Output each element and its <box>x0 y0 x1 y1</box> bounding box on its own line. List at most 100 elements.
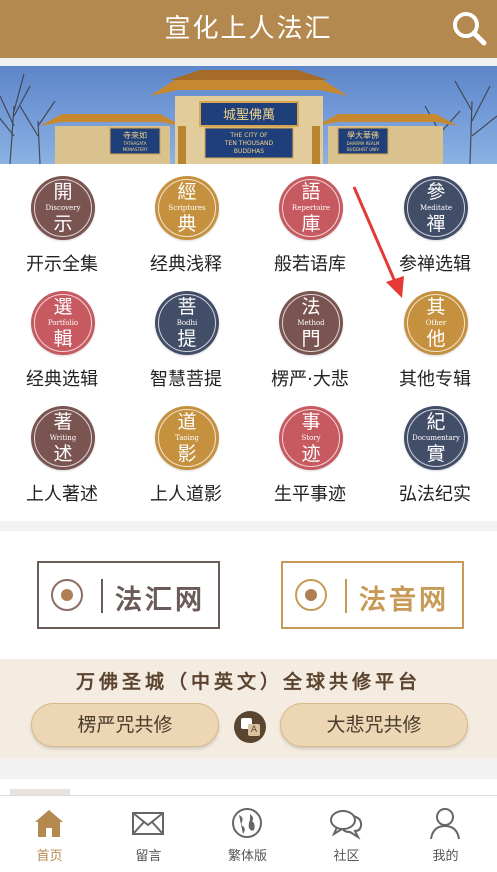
right-plaque-en-1: DHARMA REALM <box>347 141 380 146</box>
menu-item-label: 生平事迹 <box>274 484 346 505</box>
medallion-char-bottom: 典 <box>177 213 197 235</box>
right-plaque-en-2: BUDDHIST UNIV <box>347 147 379 152</box>
menu-item[interactable]: 開 Discovery 示开示全集 <box>0 164 124 279</box>
medallion-char-top: 法 <box>301 296 321 318</box>
menu-item-label: 上人著述 <box>26 484 98 505</box>
medallion-char-top: 紀 <box>426 411 446 433</box>
medallion-char-bottom: 述 <box>53 443 73 465</box>
medallion-char-top: 道 <box>177 411 197 433</box>
medallion-english: Bodhi <box>176 319 198 327</box>
category-medallion-icon: 著 Writing 述 <box>31 406 95 470</box>
fahui-site-button[interactable]: 法汇网 <box>37 561 220 629</box>
menu-item[interactable]: 事 Story 迹生平事迹 <box>248 394 372 509</box>
menu-item[interactable]: 選 Portfolio 輯经典选辑 <box>0 279 124 394</box>
menu-item[interactable]: 參 Meditate 禪参禅选辑 <box>373 164 497 279</box>
practice-platform-section: 万佛圣城（中英文）全球共修平台 楞严咒共修 大悲咒共修 <box>0 659 497 759</box>
category-medallion-icon: 菩 Bodhi 提 <box>155 291 219 355</box>
bottom-tab-bar: 首页 留言 繁体版 社区 我的 <box>0 795 497 872</box>
section-divider <box>0 521 497 531</box>
tab-community[interactable]: 社区 <box>297 796 396 872</box>
tab-profile-label: 我的 <box>432 849 459 864</box>
medallion-char-bottom: 實 <box>426 443 446 465</box>
fahui-site-label: 法汇网 <box>115 585 205 616</box>
medallion-char-top: 經 <box>177 181 197 203</box>
gate-en-line-2: TEN THOUSAND <box>224 140 274 147</box>
medallion-char-bottom: 禪 <box>426 213 446 235</box>
menu-item-label: 般若语库 <box>274 254 346 275</box>
left-plaque-en-2: MONASTERY <box>123 147 148 152</box>
medallion-char-top: 語 <box>301 181 321 203</box>
medallion-english: Writing <box>49 434 77 442</box>
category-medallion-icon: 選 Portfolio 輯 <box>31 291 95 355</box>
platform-title: 万佛圣城（中英文）全球共修平台 <box>75 671 421 693</box>
medallion-char-top: 著 <box>53 411 73 433</box>
medallion-english: Taoing <box>175 434 199 442</box>
medallion-char-bottom: 影 <box>177 443 197 465</box>
tab-home-label: 首页 <box>36 849 63 864</box>
menu-item[interactable]: 經 Scriptures 典经典浅释 <box>124 164 248 279</box>
medallion-english: Story <box>301 434 321 442</box>
menu-item-label: 经典浅释 <box>150 254 222 275</box>
medallion-char-top: 參 <box>426 181 446 203</box>
menu-item[interactable]: 法 Method 門楞严·大悲 <box>248 279 372 394</box>
category-medallion-icon: 經 Scriptures 典 <box>155 176 219 240</box>
tab-profile[interactable]: 我的 <box>396 796 495 872</box>
menu-item[interactable]: 菩 Bodhi 提智慧菩提 <box>124 279 248 394</box>
home-icon <box>35 810 63 837</box>
menu-item[interactable]: 其 Other 他其他专辑 <box>373 279 497 394</box>
menu-item-label: 楞严·大悲 <box>271 369 349 390</box>
menu-item[interactable]: 道 Taoing 影上人道影 <box>124 394 248 509</box>
search-icon[interactable] <box>451 10 487 46</box>
medallion-char-bottom: 示 <box>53 213 73 235</box>
gate-en-line-3: BUDDHAS <box>234 148 264 155</box>
menu-item-label: 开示全集 <box>26 254 98 275</box>
fayin-site-button[interactable]: 法音网 <box>281 561 464 629</box>
medallion-char-top: 選 <box>53 296 73 318</box>
tab-traditional[interactable]: 繁体版 <box>198 796 297 872</box>
menu-item-label: 智慧菩提 <box>150 369 222 390</box>
medallion-english: Method <box>297 319 325 327</box>
fayin-site-label: 法音网 <box>359 585 449 616</box>
medallion-char-bottom: 庫 <box>301 213 321 235</box>
category-medallion-icon: 事 Story 迹 <box>279 406 343 470</box>
menu-item[interactable]: 語 Repertoire 庫般若语库 <box>248 164 372 279</box>
divider-bar <box>345 579 347 613</box>
category-medallion-icon: 開 Discovery 示 <box>31 176 95 240</box>
menu-item-label: 参禅选辑 <box>399 254 471 275</box>
menu-item[interactable]: 著 Writing 述上人著述 <box>0 394 124 509</box>
shurangama-practice-button[interactable]: 楞严咒共修 <box>31 703 219 747</box>
medallion-english: Other <box>425 319 447 327</box>
left-plaque-en-1: TATHAGATA <box>122 141 146 146</box>
category-medallion-icon: 參 Meditate 禪 <box>404 176 468 240</box>
medallion-char-bottom: 提 <box>177 328 197 350</box>
gate-plaque-title: 城聖佛萬 <box>223 108 275 123</box>
great-compassion-practice-button[interactable]: 大悲咒共修 <box>280 703 468 747</box>
category-grid: 開 Discovery 示开示全集經 Scriptures 典经典浅释語 Repertoi… <box>0 164 497 521</box>
medallion-char-top: 事 <box>301 411 321 433</box>
medallion-char-top: 菩 <box>177 296 197 318</box>
language-toggle-icon[interactable] <box>234 711 266 743</box>
tab-messages[interactable]: 留言 <box>99 796 198 872</box>
menu-item-label: 上人道影 <box>150 484 222 505</box>
tab-messages-label: 留言 <box>135 849 162 864</box>
category-medallion-icon: 其 Other 他 <box>404 291 468 355</box>
category-medallion-icon: 語 Repertoire 庫 <box>279 176 343 240</box>
site-links-section: 法汇网 法音网 <box>0 531 497 659</box>
divider-bar <box>101 579 103 613</box>
medallion-char-top: 其 <box>426 296 446 318</box>
chat-bubbles-icon <box>330 810 363 840</box>
medallion-char-top: 開 <box>53 181 73 203</box>
envelope-icon <box>132 812 164 835</box>
menu-item[interactable]: 紀 Documentary 實弘法纪实 <box>373 394 497 509</box>
menu-item-label: 其他专辑 <box>399 369 471 390</box>
medallion-english: Documentary <box>412 434 460 442</box>
app-title: 宣化上人法汇 <box>164 14 333 44</box>
medallion-char-bottom: 迹 <box>301 443 321 465</box>
user-icon <box>430 808 460 840</box>
medallion-english: Discovery <box>45 204 81 212</box>
medallion-char-bottom: 輯 <box>53 328 73 350</box>
banner-image[interactable]: 城聖佛萬 THE CITY OF TEN THOUSAND BUDDHAS 寺來… <box>0 66 497 164</box>
medallion-english: Repertoire <box>291 204 331 212</box>
tab-home[interactable]: 首页 <box>0 796 99 872</box>
tab-traditional-label: 繁体版 <box>227 849 267 864</box>
